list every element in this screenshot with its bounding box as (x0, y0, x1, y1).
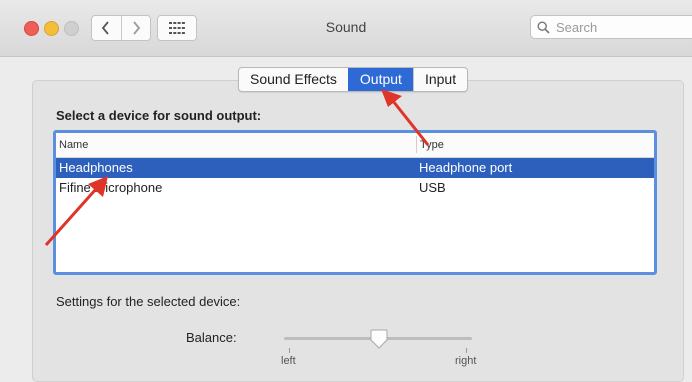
balance-right-label: right (455, 355, 477, 367)
device-type: Headphone port (419, 160, 513, 175)
column-header-name[interactable]: Name (59, 139, 88, 151)
table-row[interactable]: Headphones Headphone port (56, 158, 654, 178)
column-header-type[interactable]: Type (420, 139, 444, 151)
device-name: Headphones (59, 160, 133, 175)
section-title: Select a device for sound output: (56, 108, 262, 123)
balance-left-label: left (281, 355, 296, 367)
balance-label: Balance: (186, 330, 237, 345)
tab-output[interactable]: Output (347, 68, 413, 91)
table-row[interactable]: Fifine Microphone USB (56, 178, 654, 198)
output-device-table[interactable]: Name Type Headphones Headphone port Fifi… (53, 130, 657, 275)
column-divider (416, 136, 417, 153)
tab-bar: Sound Effects Output Input (238, 67, 469, 92)
settings-label: Settings for the selected device: (56, 294, 241, 309)
search-input[interactable] (554, 18, 678, 36)
tab-input[interactable]: Input (412, 68, 467, 91)
slider-tick-right (466, 348, 467, 353)
device-type: USB (419, 180, 446, 195)
tab-sound-effects[interactable]: Sound Effects (239, 68, 348, 91)
table-header: Name Type (56, 133, 654, 158)
title-bar: Sound (0, 0, 692, 57)
slider-tick-left (289, 348, 290, 353)
device-name: Fifine Microphone (59, 180, 163, 195)
search-icon (537, 20, 550, 34)
balance-slider-knob[interactable] (370, 329, 388, 349)
search-field[interactable] (530, 15, 692, 39)
